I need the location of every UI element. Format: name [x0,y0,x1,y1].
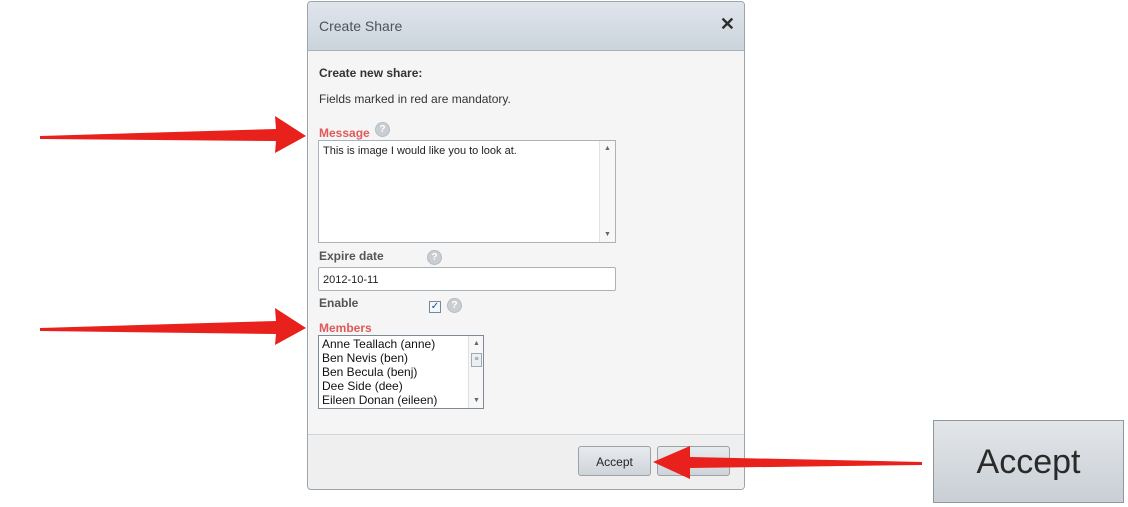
annotation-arrows [40,116,922,479]
annotation-arrow-icon [653,446,922,479]
annotation-arrow-icon [40,308,306,345]
annotation-arrow-icon [40,116,306,153]
